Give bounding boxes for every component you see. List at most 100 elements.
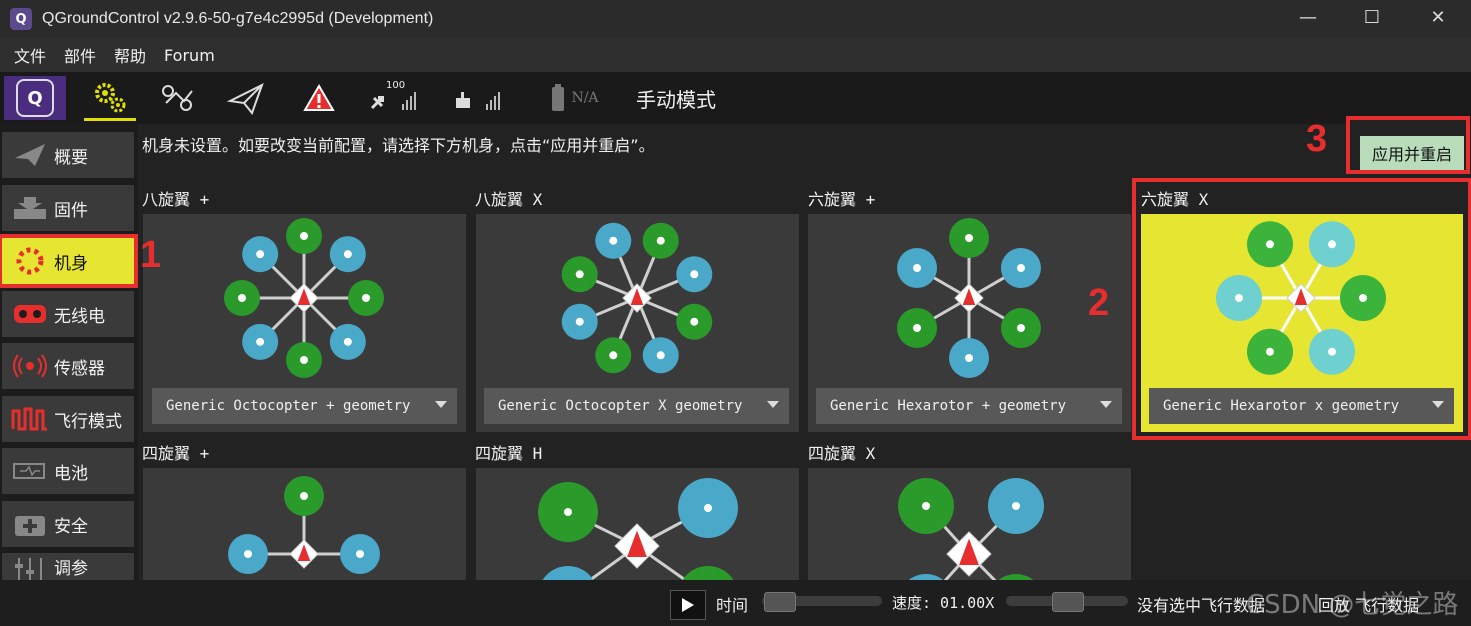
geometry-select-octo-plus[interactable]: Generic Octocopter + geometry: [152, 388, 457, 424]
sidebar-item-radio[interactable]: 无线电: [2, 291, 134, 337]
maximize-button[interactable]: ☐: [1342, 0, 1402, 34]
octocopter-plus-diagram: [224, 218, 384, 378]
sensor-icon: [10, 351, 50, 381]
sidebar-item-label: 飞行模式: [54, 411, 122, 432]
close-button[interactable]: ✕: [1408, 0, 1468, 34]
quadrotor-plus-diagram: [228, 476, 380, 574]
geometry-select-octo-x[interactable]: Generic Octocopter X geometry: [484, 388, 789, 424]
frame-tile-quad-x[interactable]: [808, 468, 1131, 580]
title-bar: Q QGroundControl v2.9.6-50-g7e4c2995d (D…: [0, 0, 1471, 38]
motor-hub: [922, 502, 930, 510]
sidebar-item-sensors[interactable]: 传感器: [2, 343, 134, 389]
frame-tile-quad-h[interactable]: [476, 468, 799, 580]
plus-icon: [10, 509, 50, 539]
propeller: [682, 566, 734, 580]
wave-icon: [10, 404, 50, 434]
sidebar-item-safety[interactable]: 安全: [2, 501, 134, 547]
motor-hub: [656, 351, 665, 360]
apply-and-restart-button[interactable]: 应用并重启: [1360, 136, 1464, 170]
sidebar-item-summary[interactable]: 概要: [2, 132, 134, 178]
qgc-logo-icon: Q: [16, 79, 54, 117]
motor-hub: [609, 351, 618, 360]
paper-plane-icon: [10, 140, 50, 170]
menu-help[interactable]: 帮助: [114, 43, 146, 67]
quadrotor-h-diagram: [538, 478, 738, 580]
motor-hub: [300, 232, 308, 240]
motor-hub: [256, 337, 265, 346]
menu-bar: 文件 部件 帮助 Forum: [0, 38, 1471, 72]
motor-hub: [575, 270, 584, 279]
motor-hub: [690, 317, 699, 326]
motor-hub: [656, 236, 665, 245]
hexarotor-plus-diagram: [897, 218, 1041, 378]
sidebar-item-label: 传感器: [54, 358, 105, 379]
gears-icon: [95, 83, 126, 113]
chevron-down-icon: [1100, 401, 1112, 408]
motor-hub: [343, 337, 352, 346]
sidebar-item-label: 无线电: [54, 306, 105, 327]
app-icon: Q: [10, 8, 32, 30]
menu-file[interactable]: 文件: [14, 43, 46, 67]
geometry-value: Generic Octocopter + geometry: [166, 398, 411, 414]
csdn-watermark: CSDN @七觉之路: [1246, 590, 1459, 620]
rc-signal-icon: [456, 92, 500, 110]
menu-forum[interactable]: Forum: [164, 46, 215, 65]
motor-hub: [913, 264, 922, 272]
propeller: [542, 566, 594, 580]
frame-label-quad-plus: 四旋翼 +: [142, 444, 210, 463]
battery-status-icon: [552, 84, 565, 111]
warning-button[interactable]: [296, 78, 342, 118]
fly-button[interactable]: [220, 78, 272, 118]
annotation-marker-2: 2: [1088, 282, 1110, 324]
sidebar-item-power[interactable]: 电池: [2, 448, 134, 494]
motor-hub: [362, 294, 370, 302]
battery-indicator[interactable]: N/A: [542, 78, 606, 118]
download-icon: [10, 193, 50, 223]
frame-label-octo-x: 八旋翼 X: [475, 190, 543, 209]
motor-hub: [564, 508, 572, 516]
sliders-icon: [10, 553, 50, 580]
sidebar-item-airframe[interactable]: 机身: [0, 234, 138, 288]
speed-slider-handle[interactable]: [1052, 592, 1084, 612]
sidebar-item-flight-modes[interactable]: 飞行模式: [2, 396, 134, 442]
minimize-button[interactable]: —: [1278, 0, 1338, 34]
qgc-logo-button[interactable]: Q: [4, 76, 66, 120]
time-slider-handle[interactable]: [764, 592, 796, 612]
airframe-instructions: 机身未设置。如要改变当前配置，请选择下方机身，点击“应用并重启”。: [142, 136, 655, 155]
plan-button[interactable]: [152, 78, 204, 118]
play-icon: [682, 598, 694, 612]
motor-hub: [238, 294, 246, 302]
airframe-icon: [10, 246, 50, 276]
window-title: QGroundControl v2.9.6-50-g7e4c2995d (Dev…: [42, 10, 434, 27]
frame-label-quad-h: 四旋翼 H: [475, 444, 543, 463]
motor-hub: [256, 250, 265, 259]
selected-frame-highlight: [1132, 178, 1471, 440]
sidebar-item-firmware[interactable]: 固件: [2, 185, 134, 231]
motor-hub: [965, 234, 973, 242]
motor-hub: [609, 236, 618, 245]
menu-widgets[interactable]: 部件: [64, 43, 96, 67]
setup-gears-button[interactable]: [84, 78, 136, 121]
flight-mode-label[interactable]: 手动模式: [636, 84, 716, 113]
play-button[interactable]: [670, 590, 706, 620]
geometry-select-hexa-plus[interactable]: Generic Hexarotor + geometry: [816, 388, 1122, 424]
paper-plane-icon: [226, 82, 264, 115]
motor-hub: [1016, 324, 1025, 332]
battery-value: N/A: [571, 90, 599, 106]
motor-hub: [965, 354, 973, 362]
warning-icon: [303, 84, 335, 111]
motor-hub: [704, 504, 712, 512]
quadrotor-x-diagram: [898, 478, 1044, 580]
chevron-down-icon: [767, 401, 779, 408]
gps-indicator[interactable]: 100: [366, 78, 426, 118]
sidebar-item-tuning[interactable]: 调参: [2, 553, 134, 580]
sidebar-item-label: 固件: [54, 200, 88, 221]
rc-rssi-indicator[interactable]: [450, 78, 510, 118]
sidebar-item-label: 安全: [54, 516, 88, 537]
frame-tile-quad-plus[interactable]: [143, 468, 466, 580]
frame-label-quad-x: 四旋翼 X: [808, 444, 876, 463]
frame-label-hexa-plus: 六旋翼 +: [808, 190, 876, 209]
motor-hub: [1012, 502, 1020, 510]
geometry-value: Generic Octocopter X geometry: [498, 398, 743, 414]
sidebar-item-label: 机身: [54, 253, 88, 274]
